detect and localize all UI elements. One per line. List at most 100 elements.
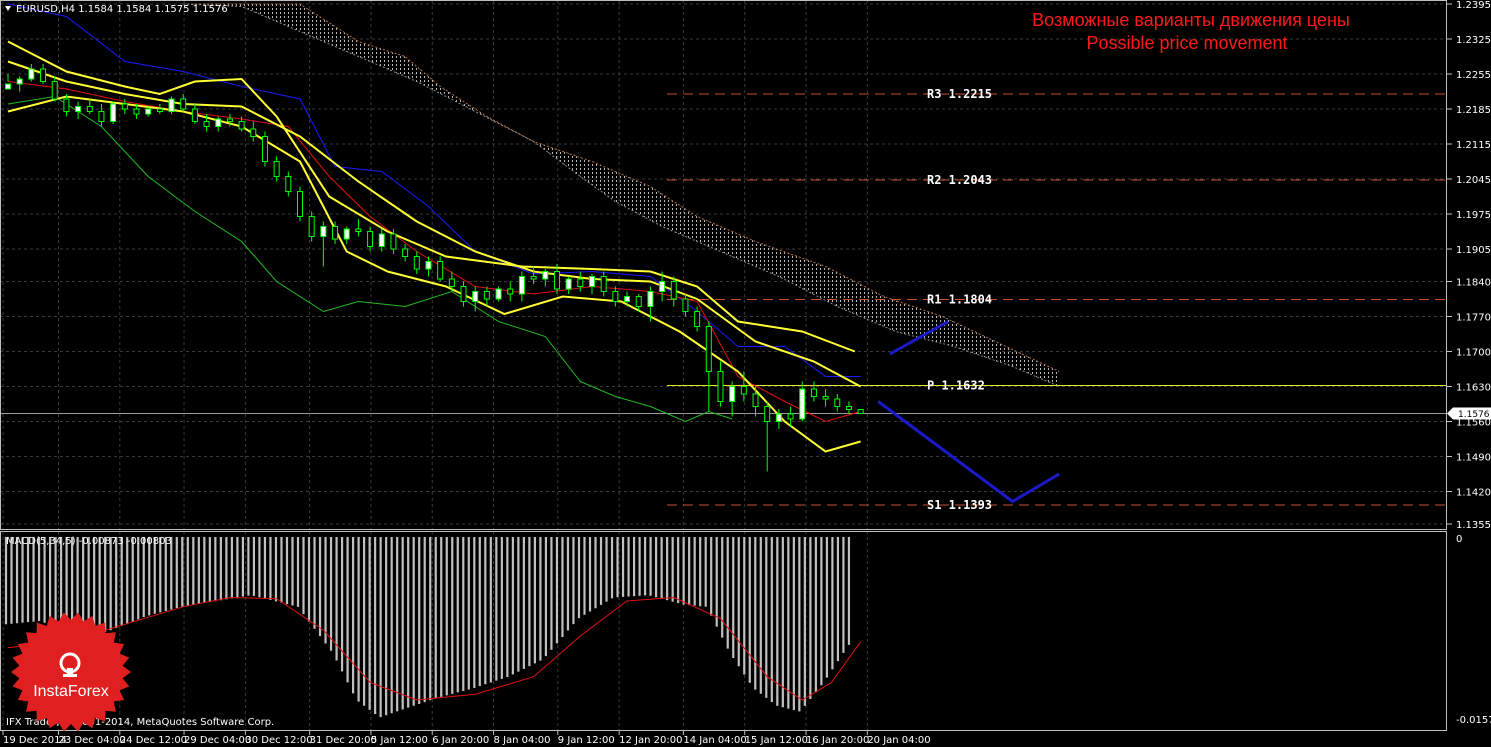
time-tick-label: 31 Dec 20:00 [310, 735, 377, 746]
bear-candle-body [191, 108, 198, 122]
bear-candle-body [402, 248, 409, 257]
bear-candle-body [437, 261, 444, 280]
price-tick-label: 1.1770 [1456, 313, 1491, 324]
bear-candle-body [273, 161, 280, 177]
bull-candle-body [518, 276, 525, 295]
price-tick-label: 1.2115 [1456, 140, 1491, 151]
bear-candle-body [822, 396, 829, 400]
bear-candle-body [553, 271, 560, 290]
current-price-label: 1.1576 [1458, 410, 1490, 420]
bear-candle-body [694, 311, 701, 327]
time-tick-label: 9 Jan 12:00 [558, 735, 615, 746]
bull-candle-body [320, 226, 327, 237]
bear-candle-body [261, 136, 268, 162]
bull-candle-body [16, 78, 23, 85]
candle [857, 409, 864, 414]
candle [110, 101, 117, 124]
bull-candle-body [168, 98, 175, 112]
price-tick-label: 1.2325 [1456, 35, 1491, 46]
bear-candle-body [577, 278, 584, 287]
chart-canvas: R3 1.2215 R2 1.2043 R1 1.1804 P 1.1632 S1 1.… [0, 0, 1491, 747]
bear-candle-body [413, 256, 420, 270]
bear-candle-body [133, 108, 140, 115]
pivot-label: R3 1.2215 [927, 87, 992, 101]
bear-candle-body [530, 276, 537, 280]
bear-candle-body [740, 386, 747, 395]
price-tick-label: 1.2395 [1456, 0, 1491, 11]
bull-candle-body [589, 276, 595, 287]
bear-candle-body [203, 121, 210, 127]
bear-candle-body [600, 276, 607, 292]
bear-candle-body [332, 226, 339, 240]
bear-candle-body [682, 298, 689, 312]
bear-candle-body [86, 106, 93, 112]
price-tick-label: 1.2255 [1456, 70, 1491, 81]
bear-candle-body [180, 98, 187, 110]
bull-candle-body [472, 291, 479, 302]
time-tick-label: 15 Jan 12:00 [745, 735, 808, 746]
bear-candle-body [764, 406, 771, 422]
bear-candle-body [63, 98, 70, 112]
bull-candle-body [110, 103, 117, 122]
price-tick-label: 1.1840 [1456, 278, 1491, 289]
bull-candle-body [75, 106, 82, 112]
bear-candle-body [845, 406, 852, 410]
bull-candle-body [647, 291, 654, 307]
bear-candle-body [705, 326, 712, 372]
bull-candle-body [5, 83, 11, 90]
bear-candle-body [834, 398, 841, 407]
bear-candle-body [238, 121, 245, 130]
time-tick-label: 29 Dec 04:00 [184, 735, 251, 746]
price-tick-label: 1.1630 [1456, 383, 1491, 394]
bull-candle-body [145, 108, 152, 115]
bear-candle-body [250, 128, 257, 137]
price-tick-label: 1.2045 [1456, 175, 1491, 186]
bear-candle-body [670, 281, 677, 300]
time-tick-label: 5 Jan 12:00 [371, 735, 428, 746]
bull-candle-body [495, 288, 502, 300]
bear-candle-body [308, 216, 315, 237]
bull-candle-body [542, 271, 549, 280]
bull-candle-body [659, 281, 666, 292]
macd-tick-label: -0.01572 [1456, 715, 1491, 726]
bull-candle-body [624, 296, 631, 302]
candle [261, 131, 268, 167]
time-tick-label: 19 Dec 2014 [3, 735, 67, 746]
price-tick-label: 1.1975 [1456, 210, 1491, 221]
bear-candle-body [297, 191, 303, 217]
price-tick-label: 1.1420 [1456, 488, 1491, 499]
annotation-english: Possible price movement [1086, 33, 1287, 53]
bull-candle-body [799, 388, 806, 420]
time-tick-label: 14 Jan 04:00 [683, 735, 746, 746]
bear-candle-body [390, 233, 397, 250]
candle [495, 286, 502, 302]
time-tick-label: 20 Jan 04:00 [867, 735, 930, 746]
candle [168, 96, 175, 114]
time-tick-label: 12 Jan 20:00 [619, 735, 682, 746]
time-tick-label: 23 Dec 04:00 [58, 735, 125, 746]
bull-candle-body [215, 118, 222, 127]
logo-text: InstaForex [33, 683, 109, 700]
bear-candle-body [51, 81, 58, 100]
bear-candle-body [857, 409, 864, 414]
bear-candle-body [483, 291, 490, 300]
time-tick-label: 16 Jan 20:00 [806, 735, 869, 746]
bull-candle-body [729, 386, 736, 402]
bear-candle-body [460, 286, 467, 302]
candle [297, 186, 303, 222]
macd-title: MACD(5,34,5) -0.00873 -0.00803 [6, 536, 172, 547]
bull-candle-body [425, 261, 432, 270]
bull-candle-body [565, 278, 572, 290]
bull-candle-body [343, 228, 350, 240]
price-tick-label: 1.1700 [1456, 348, 1491, 359]
bear-candle-body [226, 118, 233, 122]
pivot-label: R1 1.1804 [927, 293, 992, 307]
time-tick-label: 30 Dec 12:00 [245, 735, 312, 746]
price-tick-label: 1.1905 [1456, 245, 1491, 256]
bear-candle-body [635, 296, 642, 307]
bear-candle-body [717, 371, 724, 402]
bear-candle-body [156, 108, 163, 112]
bear-candle-body [285, 176, 292, 192]
time-tick-label: 24 Dec 12:00 [120, 735, 187, 746]
bear-candle-body [448, 278, 455, 287]
